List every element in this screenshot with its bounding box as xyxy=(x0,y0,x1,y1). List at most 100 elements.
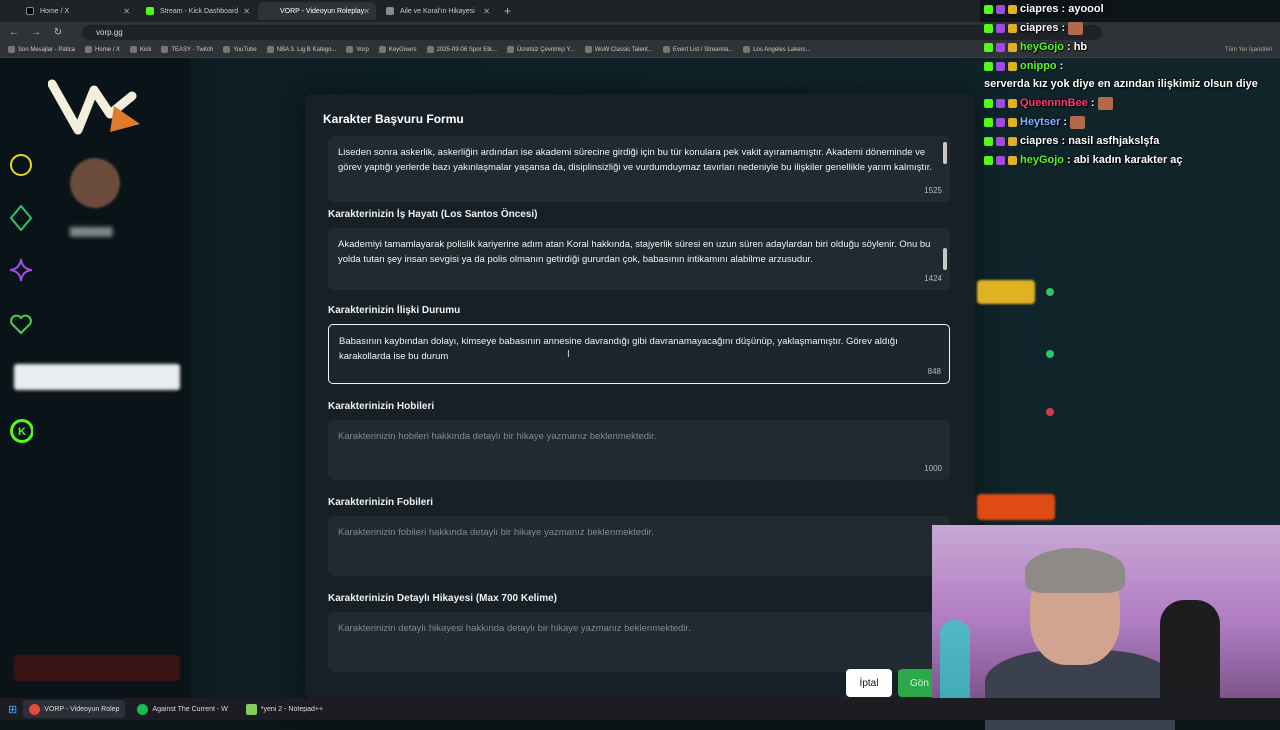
bookmark-item[interactable]: Home / X xyxy=(85,46,120,53)
sidebar-item-active[interactable] xyxy=(14,364,180,390)
sub-badge-icon xyxy=(996,118,1005,127)
field-label-relationship: Karakterinizin İlişki Durumu xyxy=(328,305,461,316)
chat-overlay: ciapres: ayoool ciapres: heyGojo: hb onippo: s… xyxy=(980,0,1280,190)
bookmark-item[interactable]: 2025-09-06 Spor Etk... xyxy=(426,46,497,53)
bookmark-item[interactable]: KeyGivers xyxy=(378,46,417,53)
status-dot xyxy=(1046,350,1054,358)
bookmark-item[interactable]: Ücretsiz Çevrimiçi Y... xyxy=(506,46,575,53)
url-input[interactable]: vorp.gg xyxy=(82,24,1102,40)
chat-text: nasil asfhjakslşfa xyxy=(1068,135,1160,147)
username-blurred: ▆▆▆▆▆ xyxy=(70,225,113,237)
webcam-person-hair xyxy=(1025,548,1125,593)
chat-separator: : xyxy=(1067,154,1071,166)
avatar xyxy=(70,158,120,208)
sub-badge-icon xyxy=(996,137,1005,146)
bookmark-item[interactable]: NBA 3. Lig B Katego... xyxy=(266,46,336,53)
bookmark-icon xyxy=(743,46,751,53)
diamond-icon[interactable] xyxy=(9,205,33,231)
tab-kick-dashboard[interactable]: Stream - Kick Dashboard ✕ xyxy=(138,2,256,20)
windows-start-icon[interactable]: ⊞ xyxy=(8,703,17,716)
kick-logo-icon[interactable]: K xyxy=(9,419,33,443)
detailed-story-textarea[interactable]: Karakterinizin detaylı hikayesi hakkında… xyxy=(328,612,950,672)
circle-icon[interactable] xyxy=(9,153,33,177)
bookmark-item[interactable]: Vorp xyxy=(346,46,369,53)
sub-badge-icon xyxy=(1008,156,1017,165)
chat-separator: : xyxy=(1061,22,1066,34)
x-icon xyxy=(26,7,34,15)
sub-badge-icon xyxy=(1008,118,1017,127)
spotify-icon xyxy=(137,703,149,715)
close-tab-icon[interactable]: ✕ xyxy=(243,7,250,16)
kick-badge-icon xyxy=(984,156,993,165)
char-count: 848 xyxy=(927,367,941,376)
kick-badge-icon xyxy=(984,62,993,71)
bookmark-item[interactable]: Son Mesajlar - Patica xyxy=(8,46,75,53)
field-label-phobias: Karakterinizin Fobileri xyxy=(328,497,434,508)
heart-icon[interactable] xyxy=(9,312,33,336)
taskbar-item-spotify[interactable]: Against The Current - W xyxy=(131,700,233,718)
sub-badge-icon xyxy=(996,24,1005,33)
modal-title: Karakter Başvuru Formu xyxy=(323,112,464,126)
notepad-icon xyxy=(245,703,257,715)
hobbies-textarea[interactable]: Karakterinizin hobileri hakkında detaylı… xyxy=(328,420,950,480)
text-cursor-icon: I xyxy=(567,349,570,360)
forward-icon[interactable]: → xyxy=(30,27,42,38)
chat-username[interactable]: heyGojo xyxy=(1020,153,1064,168)
taskbar-item-browser[interactable]: VORP - Videoyun Rolep xyxy=(23,700,126,718)
chat-message: ciapres: nasil asfhjakslşfa xyxy=(980,132,1280,151)
work-life-textarea[interactable]: Akademiyi tamamlayarak polislik kariyeri… xyxy=(328,228,950,290)
chat-text: ayoool xyxy=(1068,3,1104,15)
cancel-button[interactable]: İptal xyxy=(846,669,892,697)
emote-icon xyxy=(1068,22,1084,35)
textarea-scrollbar[interactable] xyxy=(943,142,947,164)
webcam-light xyxy=(940,620,970,710)
close-tab-icon[interactable]: ✕ xyxy=(483,7,490,16)
bookmark-item[interactable]: Kick xyxy=(130,46,151,53)
chat-username[interactable]: heyGojo xyxy=(1020,40,1064,55)
sidebar-logout[interactable] xyxy=(14,655,180,681)
char-count: 1000 xyxy=(924,464,942,473)
chat-username[interactable]: ciapres xyxy=(1020,134,1059,149)
sub-badge-icon xyxy=(996,99,1005,108)
chat-username[interactable]: ciapres xyxy=(1020,21,1059,36)
close-tab-icon[interactable]: ✕ xyxy=(363,7,370,16)
tab-home-x[interactable]: Home / X ✕ xyxy=(18,2,136,20)
chat-text: hb xyxy=(1073,41,1088,53)
tab-aile-koral[interactable]: Aile ve Koral'ın Hikayesi ✕ xyxy=(378,2,496,20)
tab-vorp[interactable]: VORP - Videoyun Roleplay ✕ xyxy=(258,2,376,20)
new-tab-icon[interactable]: + xyxy=(504,4,511,18)
bookmark-item[interactable]: TEASY - Twitch xyxy=(161,46,213,53)
chat-separator: : xyxy=(1061,135,1066,147)
kick-badge-icon xyxy=(984,137,993,146)
chat-username[interactable]: QueennnBee xyxy=(1020,96,1088,111)
bookmark-icon xyxy=(506,46,514,53)
chat-username[interactable]: Heytser xyxy=(1020,115,1060,130)
chat-message: ciapres: xyxy=(980,19,1280,38)
emote-icon xyxy=(1070,116,1086,129)
bookmark-item[interactable]: YouTube xyxy=(223,46,257,53)
bookmark-item[interactable]: WoW Classic Talent... xyxy=(584,46,653,53)
textarea-scrollbar[interactable] xyxy=(943,248,947,270)
chat-text: abi kadın karakter aç xyxy=(1073,154,1183,166)
chat-message: heyGojo: hb xyxy=(980,38,1280,57)
reload-icon[interactable]: ↻ xyxy=(52,27,64,38)
taskbar: ⊞ VORP - Videoyun Rolep Against The Curr… xyxy=(0,698,1280,720)
close-tab-icon[interactable]: ✕ xyxy=(123,7,130,16)
sparkle-icon[interactable] xyxy=(9,258,33,282)
bookmark-icon xyxy=(584,46,592,53)
back-icon[interactable]: ← xyxy=(8,27,20,38)
chat-username[interactable]: ciapres xyxy=(1020,2,1059,17)
kick-icon xyxy=(146,7,154,15)
bookmark-icon xyxy=(223,46,231,53)
relationship-history-textarea[interactable]: Liseden sonra askerlik, askerliğin ardın… xyxy=(328,136,950,202)
relationship-status-textarea[interactable]: Babasının kaybından dolayı, kimseye baba… xyxy=(328,324,950,384)
taskbar-item-notepad[interactable]: *yeni 2 - Notepad++ xyxy=(240,700,329,718)
bookmark-item[interactable]: Los Angeles Lakers... xyxy=(743,46,811,53)
bookmark-icon xyxy=(8,46,15,53)
sub-badge-icon xyxy=(1008,62,1017,71)
bookmark-item[interactable]: Event List / Streamla... xyxy=(662,46,733,53)
phobias-textarea[interactable]: Karakterinizin fobileri hakkında detaylı… xyxy=(328,516,950,576)
sub-badge-icon xyxy=(996,43,1005,52)
chat-username[interactable]: onippo xyxy=(1020,59,1057,74)
char-count: 1525 xyxy=(924,186,942,195)
